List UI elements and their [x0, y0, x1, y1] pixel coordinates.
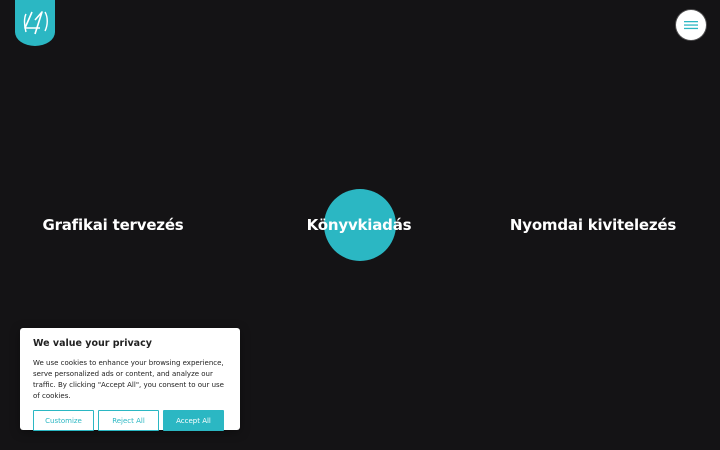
nav-item-label: Grafikai tervezés: [42, 216, 184, 234]
reject-all-button[interactable]: Reject All: [98, 410, 159, 431]
menu-button[interactable]: [676, 10, 706, 40]
nav-item-label: Nyomdai kivitelezés: [509, 216, 677, 234]
nav-item-nyomdai-kivitelezes[interactable]: Nyomdai kivitelezés: [480, 214, 706, 236]
cookie-banner-actions: Customize Reject All Accept All: [33, 410, 227, 431]
shield-logo-icon: [15, 0, 55, 46]
hamburger-menu-icon: [684, 21, 698, 30]
nav-item-grafikai-tervezes[interactable]: Grafikai tervezés: [0, 214, 226, 236]
site-logo[interactable]: [15, 0, 55, 46]
cookie-consent-banner: We value your privacy We use cookies to …: [20, 328, 240, 431]
nav-item-konyvkiadas[interactable]: Könyvkiadás: [246, 214, 472, 236]
page: Grafikai tervezés Könyvkiadás Nyomdai ki…: [0, 0, 720, 450]
accept-all-button[interactable]: Accept All: [163, 410, 224, 431]
cookie-banner-title: We value your privacy: [33, 338, 152, 349]
cookie-banner-text: We use cookies to enhance your browsing …: [33, 359, 224, 400]
customize-button[interactable]: Customize: [33, 410, 94, 431]
nav-item-label: Könyvkiadás: [306, 216, 412, 234]
